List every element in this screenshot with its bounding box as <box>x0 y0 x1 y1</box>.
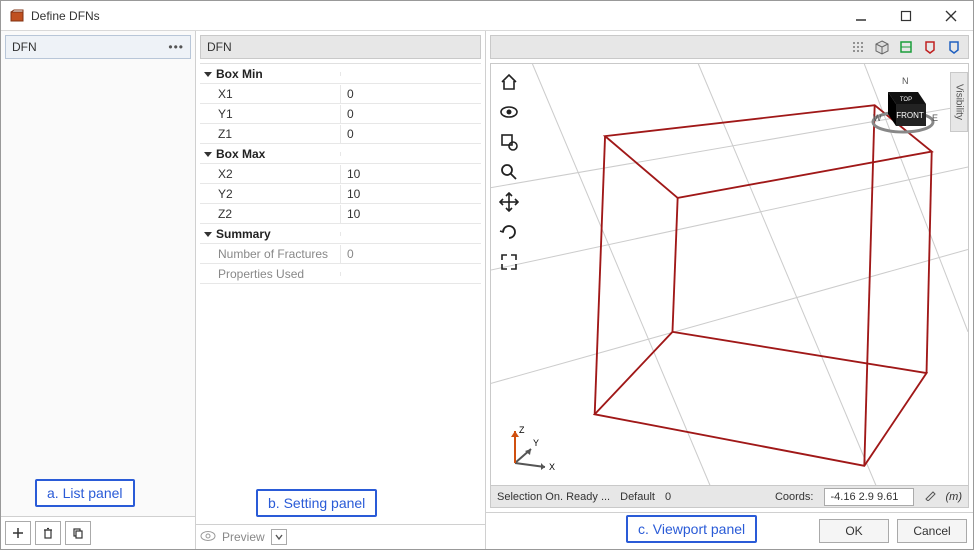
viewport-status-bar: Selection On. Ready ... Default 0 Coords… <box>491 485 968 507</box>
svg-text:N: N <box>902 76 909 86</box>
annotation-list: a. List panel <box>35 479 135 507</box>
home-icon[interactable] <box>497 70 521 94</box>
caret-icon <box>204 72 212 77</box>
viewport-header <box>490 35 969 59</box>
ok-button[interactable]: OK <box>819 519 889 543</box>
dialog-body: DFN ••• a. List panel DFN <box>1 31 973 549</box>
copy-button[interactable] <box>65 521 91 545</box>
section-box-min[interactable]: Box Min <box>200 64 481 84</box>
svg-text:Y: Y <box>533 438 539 448</box>
rotate-icon[interactable] <box>497 220 521 244</box>
list-panel: DFN ••• a. List panel <box>1 31 196 549</box>
window-title: Define DFNs <box>31 9 838 23</box>
titlebar: Define DFNs <box>1 1 973 31</box>
expand-icon[interactable] <box>497 250 521 274</box>
viewport-tools <box>497 70 521 274</box>
cancel-button[interactable]: Cancel <box>897 519 967 543</box>
list-item-label: DFN <box>12 40 37 54</box>
prop-row-y2[interactable]: Y210 <box>200 184 481 204</box>
minimize-button[interactable] <box>838 1 883 31</box>
prop-row-y1[interactable]: Y10 <box>200 104 481 124</box>
view-cube[interactable]: FRONT TOP W E N <box>868 74 938 141</box>
annotation-settings: b. Setting panel <box>256 489 377 517</box>
status-default: Default <box>620 491 655 503</box>
coords-label: Coords: <box>775 491 814 503</box>
annotation-viewport: c. Viewport panel <box>626 515 757 543</box>
app-icon <box>9 8 25 24</box>
prop-row-z2[interactable]: Z210 <box>200 204 481 224</box>
settings-header: DFN <box>200 35 481 59</box>
visibility-tab[interactable]: Visibility <box>950 72 968 132</box>
svg-text:Z: Z <box>519 425 525 435</box>
green-icon[interactable] <box>896 37 916 57</box>
viewport-3d[interactable]: FRONT TOP W E N X Y Z <box>490 63 969 508</box>
list-item-more-icon[interactable]: ••• <box>168 40 184 54</box>
caret-icon <box>204 152 212 157</box>
section-summary[interactable]: Summary <box>200 224 481 244</box>
svg-text:X: X <box>549 462 555 472</box>
prop-row-x2[interactable]: X210 <box>200 164 481 184</box>
preview-dropdown[interactable] <box>271 529 287 545</box>
svg-text:E: E <box>932 113 938 123</box>
eye-icon[interactable] <box>497 100 521 124</box>
zoom-icon[interactable] <box>497 160 521 184</box>
section-box-max[interactable]: Box Max <box>200 144 481 164</box>
viewport-panel: FRONT TOP W E N X Y Z <box>486 31 973 549</box>
status-count: 0 <box>665 491 671 503</box>
pencil-icon[interactable] <box>924 489 936 504</box>
prop-row-z1[interactable]: Z10 <box>200 124 481 144</box>
svg-text:W: W <box>873 113 882 123</box>
property-table: Box Min X10 Y10 Z10 Box Max X210 Y210 Z2… <box>200 63 481 524</box>
svg-text:TOP: TOP <box>900 97 912 103</box>
svg-text:FRONT: FRONT <box>896 111 924 120</box>
zoom-window-icon[interactable] <box>497 130 521 154</box>
cube-icon[interactable] <box>872 37 892 57</box>
blue-icon[interactable] <box>944 37 964 57</box>
list-item[interactable]: DFN ••• <box>5 35 191 59</box>
status-selection: Selection On. Ready ... <box>497 491 610 503</box>
preview-label: Preview <box>222 530 265 544</box>
coords-value: -4.16 2.9 9.61 <box>824 488 914 506</box>
handle-icon[interactable] <box>848 37 868 57</box>
prop-row-props: Properties Used <box>200 264 481 284</box>
prop-row-x1[interactable]: X10 <box>200 84 481 104</box>
list-toolbar <box>1 516 195 549</box>
pan-icon[interactable] <box>497 190 521 214</box>
maximize-button[interactable] <box>883 1 928 31</box>
delete-button[interactable] <box>35 521 61 545</box>
axis-triad: X Y Z <box>497 421 557 479</box>
settings-panel: DFN Box Min X10 Y10 Z10 Box Max X210 Y21… <box>196 31 486 549</box>
add-button[interactable] <box>5 521 31 545</box>
prop-row-nfrac: Number of Fractures0 <box>200 244 481 264</box>
red-icon[interactable] <box>920 37 940 57</box>
eye-icon <box>200 530 216 545</box>
preview-bar: Preview <box>196 524 485 549</box>
caret-icon <box>204 232 212 237</box>
unit-label: (m) <box>946 491 963 503</box>
close-button[interactable] <box>928 1 973 31</box>
dialog-window: Define DFNs DFN ••• a. List panel <box>0 0 974 550</box>
